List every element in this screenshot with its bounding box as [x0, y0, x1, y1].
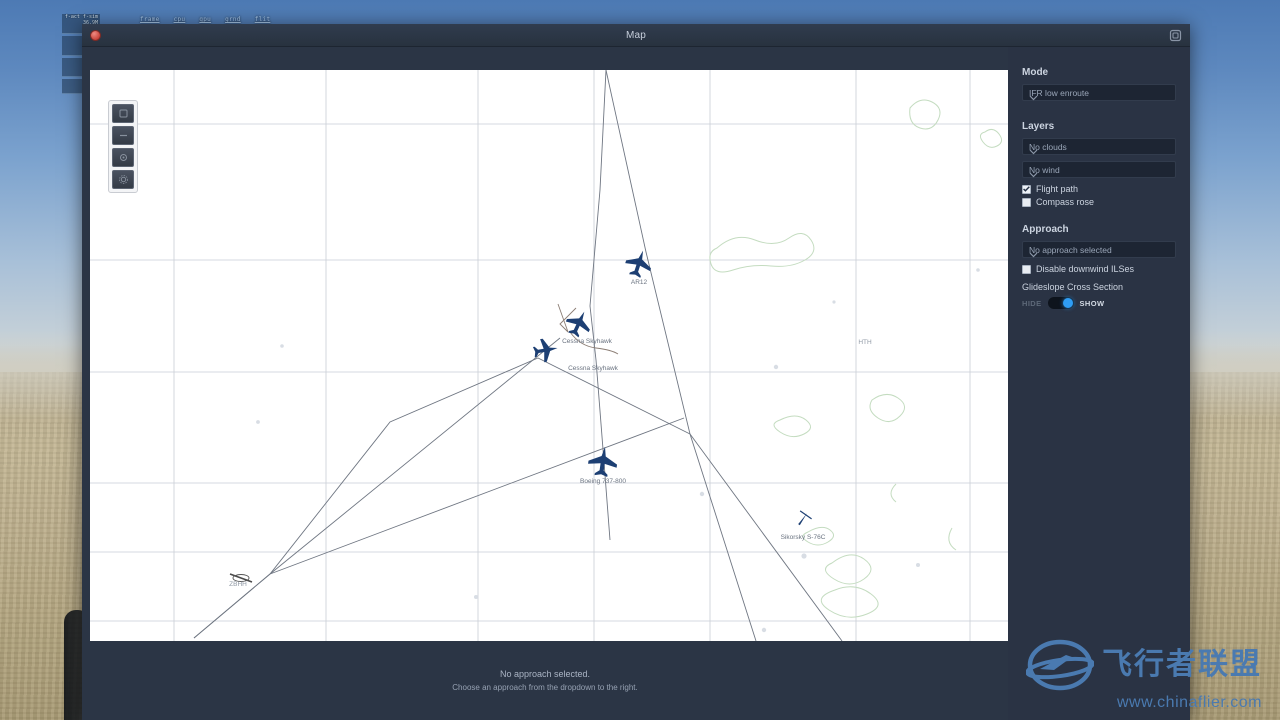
mode-dropdown[interactable]: IFR low enroute	[1022, 84, 1176, 101]
toggle-knob	[1062, 298, 1073, 308]
flight-paths	[193, 70, 843, 641]
debug-tab-cpu[interactable]: cpu	[174, 16, 186, 23]
flight-path-checkbox-row[interactable]: Flight path	[1022, 184, 1176, 194]
debug-tab-strip[interactable]: frame cpu gpu grnd flit	[140, 16, 270, 23]
map-toolbar[interactable]	[108, 100, 138, 193]
svg-text:Sikorsky S-76C: Sikorsky S-76C	[781, 534, 826, 541]
terrain-speckles	[256, 268, 980, 633]
glideslope-toggle-row[interactable]: HIDE SHOW	[1022, 297, 1176, 309]
restore-window-icon[interactable]	[1169, 29, 1182, 42]
aircraft-labels: AR12 Cessna Skyhawk Cessna Skyhawk Boein…	[562, 279, 826, 541]
status-primary: No approach selected.	[499, 669, 591, 679]
aircraft-icons	[531, 246, 812, 526]
layers-label: Layers	[1022, 121, 1055, 132]
wind-dropdown[interactable]: No wind	[1022, 161, 1176, 178]
checkbox-icon[interactable]	[1022, 184, 1031, 194]
chevron-down-icon	[1029, 144, 1169, 161]
window-title: Map	[625, 30, 647, 41]
svg-text:Cessna Skyhawk: Cessna Skyhawk	[562, 338, 613, 345]
clouds-dropdown[interactable]: No clouds	[1022, 138, 1176, 155]
debug-tab-gpu[interactable]: gpu	[199, 16, 211, 23]
checkbox-icon[interactable]	[1022, 264, 1031, 274]
chevron-down-icon	[1029, 247, 1169, 264]
flight-path-label[interactable]: Flight path	[1036, 184, 1078, 194]
map-measure-tool[interactable]	[112, 148, 134, 167]
disable-ils-checkbox-row[interactable]: Disable downwind ILSes	[1022, 264, 1176, 274]
chevron-down-icon	[1029, 167, 1169, 184]
glideslope-label: Glideslope Cross Section	[1022, 282, 1124, 292]
map-window: Map AR12 Cessna Skyhawk Cessna Skyhawk B…	[82, 24, 1190, 720]
toggle-show-label[interactable]: SHOW	[1080, 299, 1105, 308]
glideslope-toggle[interactable]	[1047, 297, 1074, 309]
map-zoom-tool[interactable]	[112, 126, 134, 145]
compass-rose-label[interactable]: Compass rose	[1036, 197, 1094, 207]
checkbox-icon[interactable]	[1022, 197, 1031, 207]
status-footer: No approach selected. Choose an approach…	[82, 641, 1008, 720]
disable-ils-label[interactable]: Disable downwind ILSes	[1036, 264, 1134, 274]
map-grid	[90, 70, 1008, 641]
map-settings-tool[interactable]	[112, 170, 134, 189]
mode-label: Mode	[1022, 67, 1049, 78]
svg-text:Cessna Skyhawk: Cessna Skyhawk	[568, 365, 619, 372]
approach-dropdown[interactable]: No approach selected	[1022, 241, 1176, 258]
window-titlebar[interactable]: Map	[82, 24, 1190, 47]
svg-text:AR12: AR12	[631, 279, 648, 286]
status-secondary: Choose an approach from the dropdown to …	[452, 683, 638, 692]
svg-text:ZBHH: ZBHH	[229, 581, 247, 588]
map-canvas[interactable]: AR12 Cessna Skyhawk Cessna Skyhawk Boein…	[90, 70, 1008, 641]
compass-rose-checkbox-row[interactable]: Compass rose	[1022, 197, 1176, 207]
map-options-panel: Mode IFR low enroute Layers No clouds No…	[1008, 47, 1190, 720]
debug-tab-flit[interactable]: flit	[255, 16, 271, 23]
map-pan-tool[interactable]	[112, 104, 134, 123]
svg-text:Boeing 737-800: Boeing 737-800	[580, 478, 626, 485]
toggle-hide-label[interactable]: HIDE	[1022, 299, 1042, 308]
debug-tab-frame[interactable]: frame	[140, 16, 160, 23]
chevron-down-icon	[1029, 90, 1169, 107]
map-body: AR12 Cessna Skyhawk Cessna Skyhawk Boein…	[82, 47, 1190, 720]
close-icon[interactable]	[90, 30, 101, 41]
approach-label: Approach	[1022, 224, 1069, 235]
svg-text:HTH: HTH	[858, 339, 872, 346]
debug-tab-grnd[interactable]: grnd	[225, 16, 241, 23]
